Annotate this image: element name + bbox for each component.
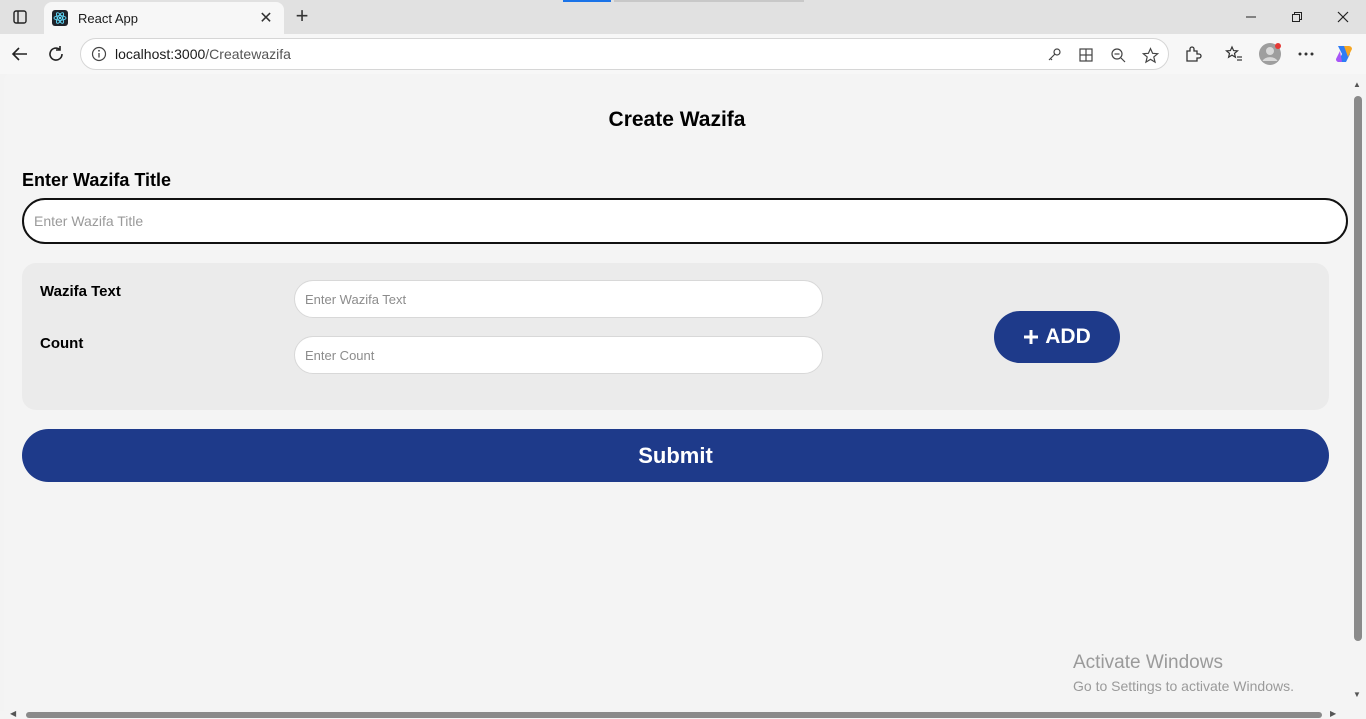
react-logo-icon [52,10,68,26]
back-button[interactable] [6,40,34,68]
activate-windows-subtitle: Go to Settings to activate Windows. [1073,678,1294,694]
wazifa-title-label: Enter Wazifa Title [22,170,172,190]
app-available-icon[interactable] [1077,46,1095,64]
page-viewport: Create Wazifa Enter Wazifa Title Wazifa … [4,74,1350,711]
tab-title: React App [78,10,138,26]
tab-indicator [563,0,611,2]
horizontal-scrollbar[interactable]: ◀ ▶ [0,709,1366,719]
browser-tab[interactable]: React App ✕ [44,2,284,34]
add-button[interactable]: ADD [994,311,1120,363]
restore-button[interactable] [1274,0,1320,34]
plus-icon [1024,330,1039,344]
wazifa-item-card: Wazifa Text Count ADD [22,263,1329,410]
more-options-icon[interactable] [1296,44,1316,64]
add-button-label: ADD [1045,325,1091,348]
new-tab-button[interactable]: + [290,5,314,29]
page-title: Create Wazifa [608,108,746,131]
horizontal-scroll-thumb[interactable] [26,712,1322,718]
wazifa-text-input[interactable] [294,280,823,318]
close-icon [1337,11,1349,23]
tab-close-icon[interactable]: ✕ [256,8,276,28]
scroll-right-icon[interactable]: ▶ [1330,709,1336,718]
scroll-down-icon[interactable]: ▼ [1353,690,1361,699]
browser-toolbar: localhost:3000/Createwazifa [0,34,1366,74]
tab-actions-icon [13,10,27,24]
back-arrow-icon [11,47,27,61]
wazifa-text-label: Wazifa Text [40,283,121,300]
zoom-out-icon[interactable] [1109,46,1127,64]
url-path: /Createwazifa [205,46,291,62]
windows-activation-watermark: Activate Windows Go to Settings to activ… [1073,652,1294,694]
browser-titlebar: React App ✕ + [0,0,1366,34]
favorite-star-icon[interactable] [1141,46,1159,64]
scroll-up-icon[interactable]: ▲ [1353,80,1361,89]
url-host: localhost:3000 [115,46,206,62]
favorites-icon[interactable] [1224,44,1244,64]
submit-button[interactable]: Submit [22,429,1329,482]
wazifa-title-input[interactable] [22,198,1348,244]
tab-actions-button[interactable] [6,4,34,30]
minimize-button[interactable] [1228,0,1274,34]
profile-avatar-icon[interactable] [1258,42,1282,66]
count-input[interactable] [294,336,823,374]
key-icon[interactable] [1045,46,1063,64]
address-bar[interactable]: localhost:3000/Createwazifa [80,38,1169,70]
refresh-icon [49,46,63,61]
refresh-button[interactable] [42,40,70,68]
copilot-icon[interactable] [1332,43,1354,65]
site-info-icon[interactable] [91,46,107,62]
count-label: Count [40,335,84,352]
url-text[interactable]: localhost:3000/Createwazifa [115,46,291,62]
tab-indicator-secondary [614,0,804,2]
vertical-scroll-thumb[interactable] [1354,96,1362,641]
vertical-scrollbar[interactable]: ▲ ▼ [1350,74,1366,711]
scroll-left-icon[interactable]: ◀ [10,709,16,718]
extensions-icon[interactable] [1183,44,1203,64]
close-window-button[interactable] [1320,0,1366,34]
minimize-icon [1246,16,1256,18]
restore-icon [1292,12,1302,22]
activate-windows-title: Activate Windows [1073,652,1223,673]
